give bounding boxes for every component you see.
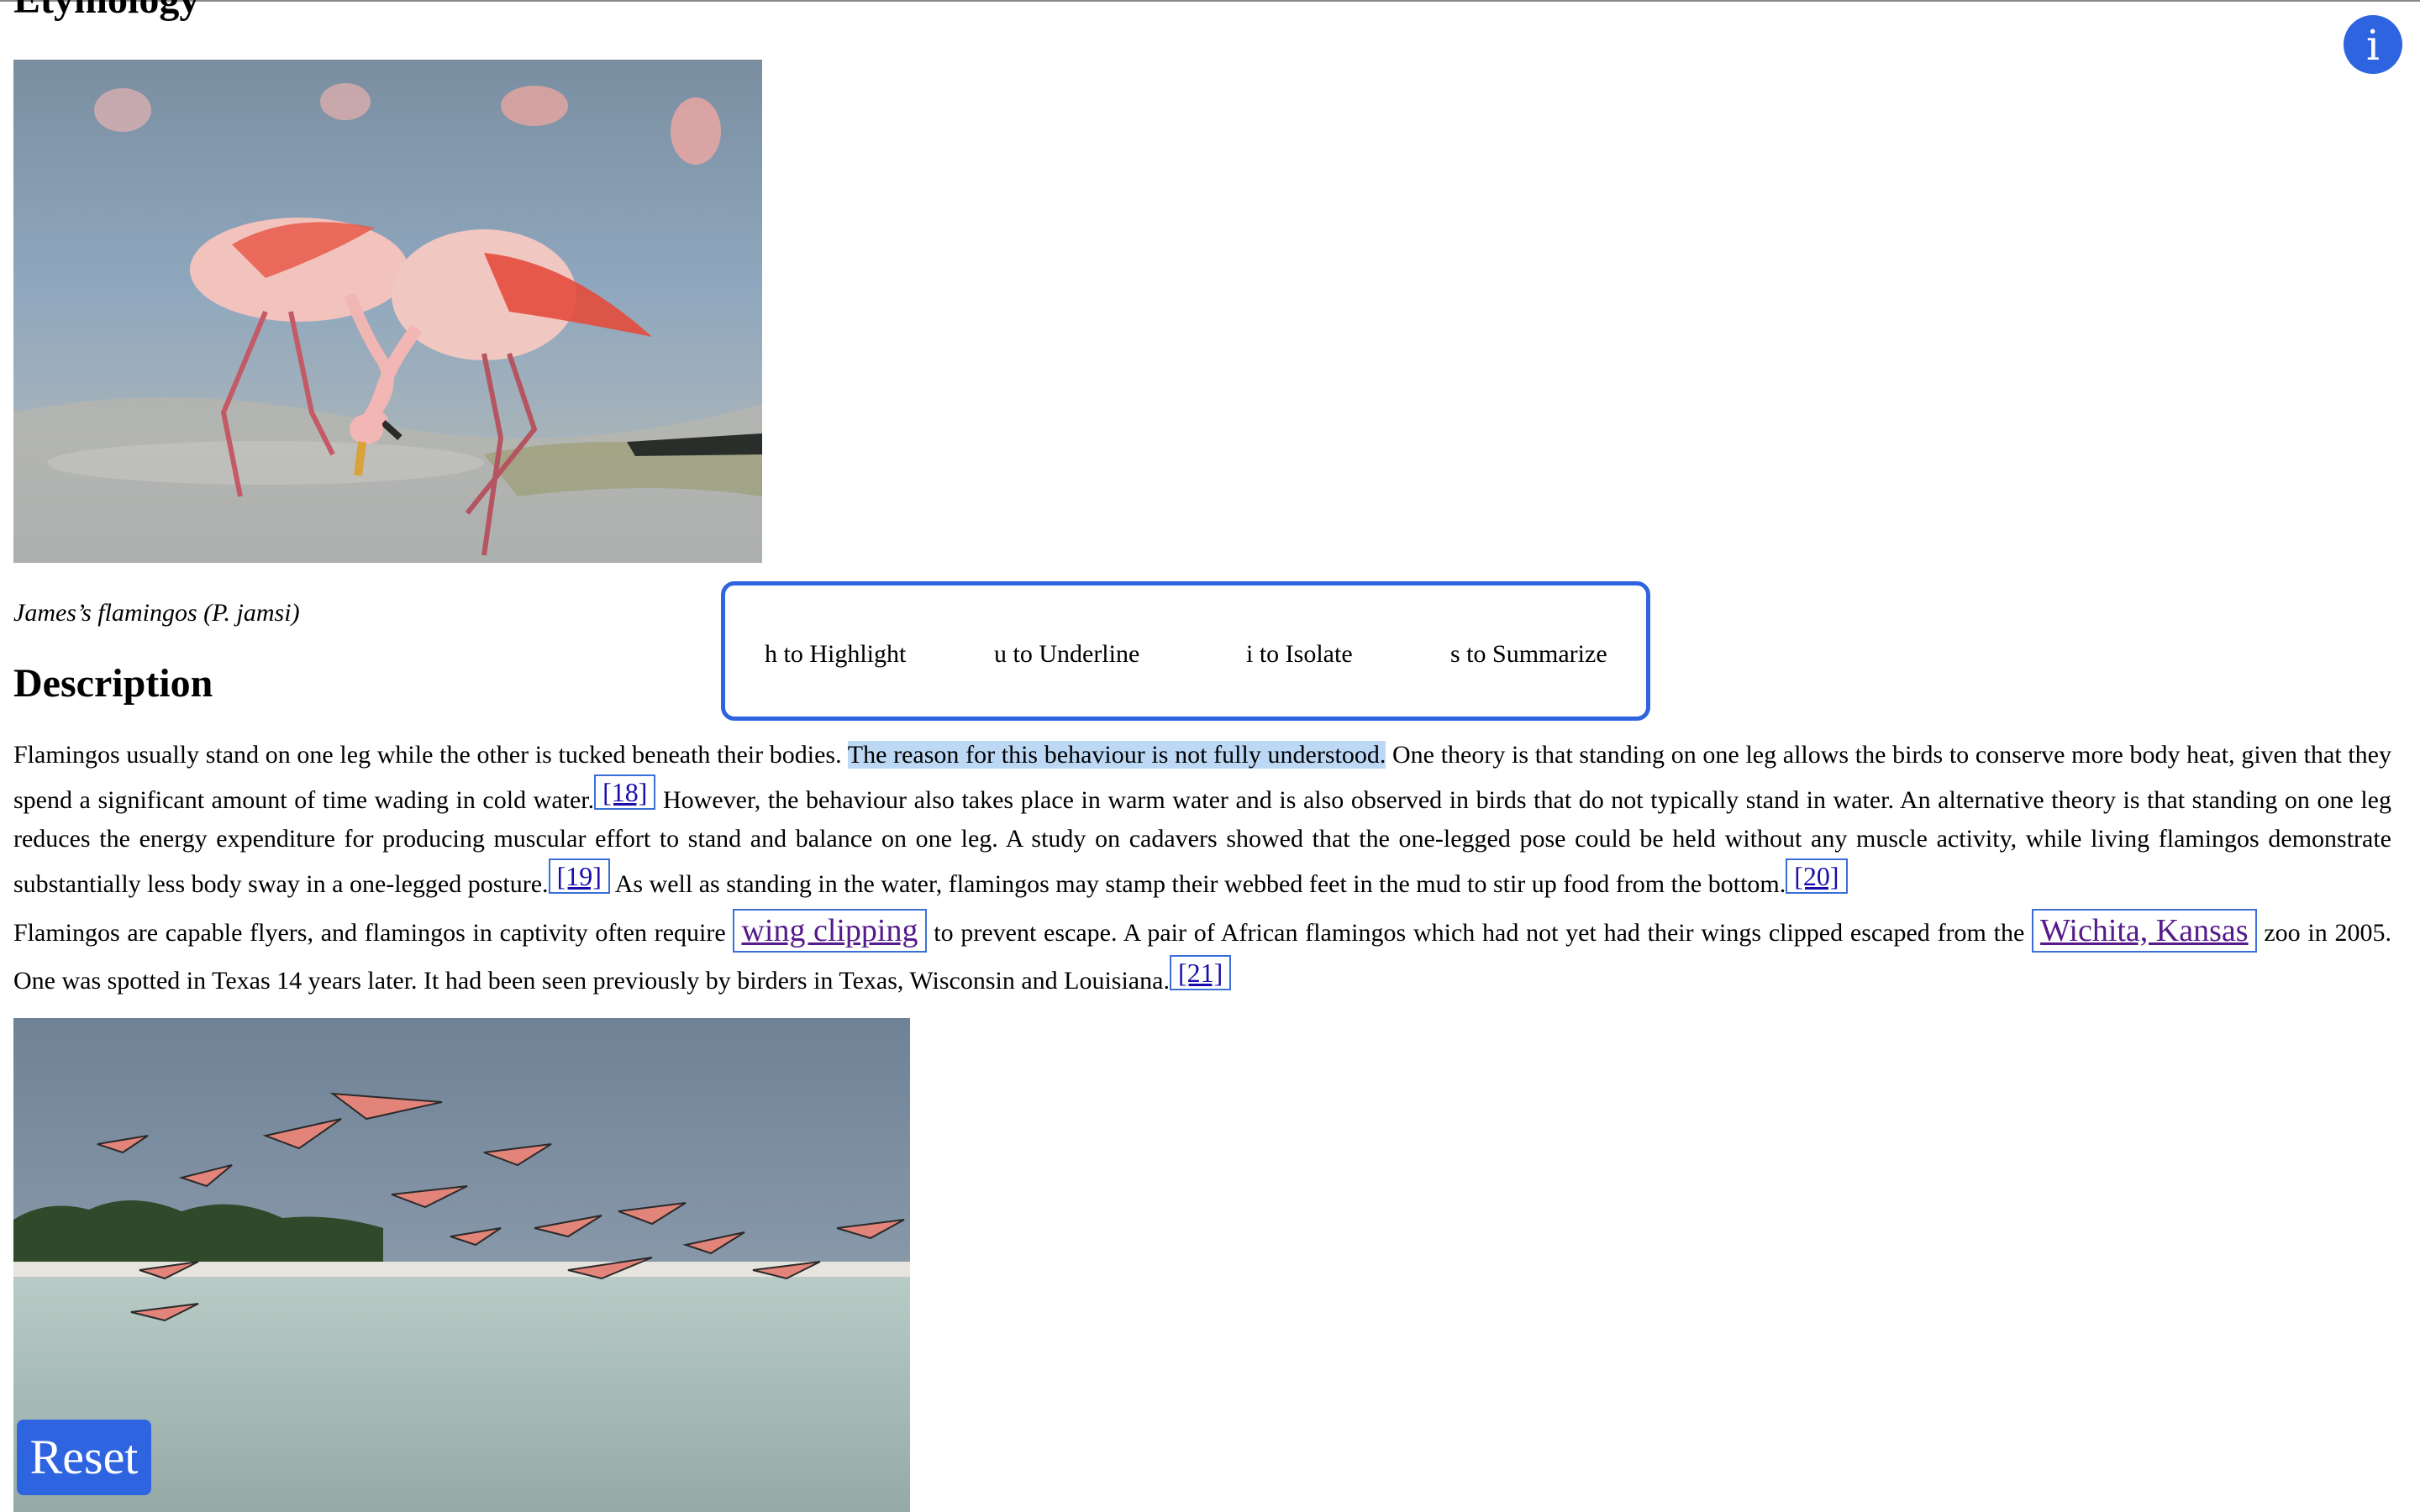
wichita-kansas-link[interactable]: Wichita, Kansas — [2032, 909, 2257, 953]
paragraph-text: Flamingos are capable flyers, and flamin… — [13, 919, 734, 947]
paragraph-text: Flamingos usually stand on one leg while… — [13, 741, 848, 769]
paragraph-text: to prevent escape. A pair of African fla… — [926, 919, 2033, 947]
citation-link-21[interactable]: [21] — [1169, 955, 1232, 990]
underline-shortcut[interactable]: u to Underline — [994, 639, 1139, 669]
citation-link-19[interactable]: [19] — [548, 858, 610, 894]
etymology-heading: Etymology — [13, 0, 199, 24]
wing-clipping-link[interactable]: wing clipping — [733, 909, 927, 953]
paragraph-text: As well as standing in the water, flamin… — [609, 870, 1786, 898]
paragraph-flight: Flamingos are capable flyers, and flamin… — [13, 909, 2391, 1003]
reset-button[interactable]: Reset — [17, 1420, 151, 1495]
summarize-shortcut[interactable]: s to Summarize — [1450, 639, 1607, 669]
info-button[interactable]: i — [2344, 15, 2402, 74]
description-heading: Description — [13, 661, 213, 706]
highlighted-sentence: The reason for this behaviour is not ful… — [847, 741, 1386, 769]
paragraph-behaviour: Flamingos usually stand on one leg while… — [13, 736, 2391, 904]
top-divider — [0, 0, 2420, 2]
highlight-shortcut[interactable]: h to Highlight — [765, 639, 906, 669]
citation-link-20[interactable]: [20] — [1786, 858, 1848, 894]
james-flamingos-photo — [13, 60, 762, 563]
citation-link-18[interactable]: [18] — [594, 774, 656, 810]
photo-caption: James’s flamingos (P. jamsi) — [13, 599, 300, 627]
isolate-shortcut[interactable]: i to Isolate — [1246, 639, 1353, 669]
shortcut-panel: h to Highlight u to Underline i to Isola… — [721, 581, 1650, 721]
info-icon: i — [2366, 21, 2380, 70]
